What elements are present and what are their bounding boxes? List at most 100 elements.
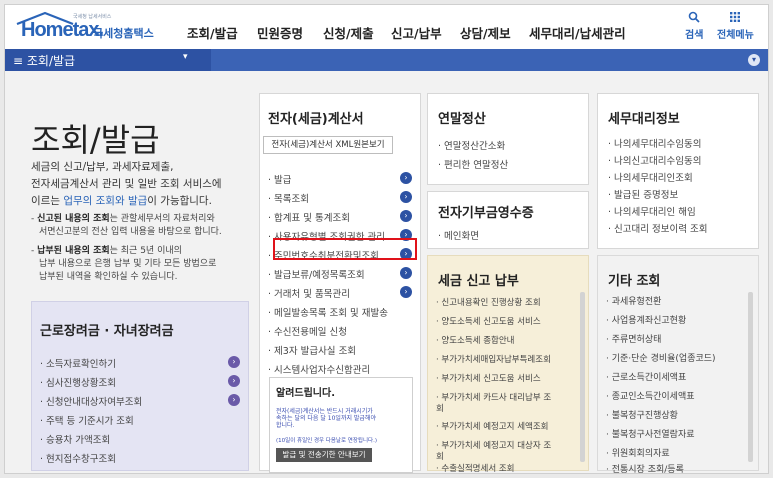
notice-text: 전자(세금)계산서는 반드시 거래시기가 속하는 달의 다음 달 10일까지 발… xyxy=(276,408,376,429)
ereceipt-title: 전자기부금영수증 xyxy=(438,206,534,221)
einvoice-third-party[interactable]: · 제3자 발급사실 조회 xyxy=(268,343,356,357)
highlight-box xyxy=(273,238,417,260)
nav-report-payment[interactable]: 신고/납부 xyxy=(391,23,442,42)
scrollbar[interactable] xyxy=(580,292,585,462)
all-menu-button[interactable]: 전체메뉴 xyxy=(717,11,754,41)
taxpay-item-1[interactable]: · 양도소득세 신고도움 서비스 xyxy=(436,315,541,327)
page-description: 세금의 신고/납부, 과세자료제출, 전자세금계산서 관리 및 일반 조회 서비… xyxy=(31,161,222,207)
einvoice-issue[interactable]: · 발급 xyxy=(268,172,292,186)
etc-item-0[interactable]: · 과세유형전환 xyxy=(606,294,661,307)
etc-item-5[interactable]: · 종교인소득간이세액표 xyxy=(606,389,695,402)
labor-item-local-window[interactable]: · 현지접수창구조회 xyxy=(40,451,116,465)
etc-card: 기타 조회 · 과세유형전환 · 사업용계좌신고현황 · 주류면허상태 · 기준… xyxy=(597,255,759,473)
labor-item-eligibility[interactable]: · 신청안내대상자여부조회 xyxy=(40,394,142,408)
collapse-circle-icon[interactable]: ▾ xyxy=(748,54,760,66)
taxpay-item-7b[interactable]: 회 xyxy=(436,450,444,462)
yearend-title: 연말정산 xyxy=(438,112,486,127)
arrow-right-icon[interactable]: › xyxy=(400,286,412,298)
agent-card: 세무대리정보 · 나의세무대리수임동의 · 나의신고대리수임동의 · 나의세무대… xyxy=(597,93,759,249)
arrow-right-icon[interactable]: › xyxy=(228,394,240,406)
notice-box: 알려드립니다. 전자(세금)계산서는 반드시 거래시기가 속하는 달의 다음 달… xyxy=(269,377,413,473)
notice-title: 알려드립니다. xyxy=(276,388,335,399)
logo-text: Hometax. xyxy=(21,19,104,41)
nav-application[interactable]: 신청/제출 xyxy=(323,23,374,42)
search-icon xyxy=(688,11,700,23)
taxpay-title: 세금 신고 납부 xyxy=(438,274,519,289)
agent-item-3[interactable]: · 발급된 증명정보 xyxy=(608,187,678,201)
deadline-guide-button[interactable]: 발급 및 전송기한 안내보기 xyxy=(276,448,372,462)
agent-item-0[interactable]: · 나의세무대리수임동의 xyxy=(608,136,701,150)
agent-item-1[interactable]: · 나의신고대리수임동의 xyxy=(608,153,701,167)
etc-item-9[interactable]: · 전통시장 조회/등록 xyxy=(606,462,684,473)
all-menu-label: 전체메뉴 xyxy=(717,30,754,41)
xml-view-button[interactable]: 전자(세금)계산서 XML원본보기 xyxy=(263,136,393,154)
grid-icon xyxy=(730,12,741,22)
etc-item-3[interactable]: · 기준·단순 경비율(업종코드) xyxy=(606,351,716,364)
labor-item-car-price[interactable]: · 승용차 가액조회 xyxy=(40,432,110,446)
taxpay-card: 세금 신고 납부 · 신고내용확인 진행상황 조회 · 양도소득세 신고도움 서… xyxy=(427,255,589,473)
taxpay-item-3[interactable]: · 부가가치세매입자납부특례조회 xyxy=(436,353,551,365)
taxpay-item-6[interactable]: · 부가가치세 예정고지 세액조회 xyxy=(436,420,548,432)
nav-inquiry[interactable]: 조회/발급 xyxy=(187,23,238,42)
agent-title: 세무대리정보 xyxy=(608,112,680,127)
note-paid: - 납부된 내용의 조회는 최근 5년 이내의 납부 내용으로 은행 납부 및 … xyxy=(31,246,217,282)
taxpay-item-5[interactable]: · 부가가치세 카드사 대리납부 조 xyxy=(436,391,551,403)
labor-item-house-price[interactable]: · 주택 등 기준시가 조회 xyxy=(40,413,134,427)
notice-subtext: (10일이 휴일인 경우 다음날로 연장됩니다.) xyxy=(276,438,377,444)
etc-item-8[interactable]: · 위원회회의자료 xyxy=(606,446,670,459)
einvoice-list[interactable]: · 목록조회 xyxy=(268,191,309,205)
labor-incentive-title: 근로장려금 · 자녀장려금 xyxy=(40,324,174,339)
arrow-right-icon[interactable]: › xyxy=(400,191,412,203)
agent-item-5[interactable]: · 신고대리 정보이력 조회 xyxy=(608,221,707,235)
etc-item-7[interactable]: · 불복청구사전열람자료 xyxy=(606,427,695,440)
scrollbar[interactable] xyxy=(748,292,753,462)
einvoice-summary[interactable]: · 합계표 및 통계조회 xyxy=(268,210,350,224)
yearend-card: 연말정산 · 연말정산간소화 · 편리한 연말정산 xyxy=(427,93,589,185)
labor-item-income-check[interactable]: · 소득자료확인하기 xyxy=(40,356,116,370)
einvoice-pending[interactable]: · 발급보류/예정목록조회 xyxy=(268,267,365,281)
einvoice-title: 전자(세금)계산서 xyxy=(268,112,364,127)
taxpay-item-8[interactable]: · 수출실적명세서 조회 xyxy=(436,462,515,473)
taxpay-item-4[interactable]: · 부가가치세 신고도움 서비스 xyxy=(436,372,541,384)
einvoice-system-inbox[interactable]: · 시스템사업자수신함관리 xyxy=(268,362,370,376)
nav-certificate[interactable]: 민원증명 xyxy=(257,23,303,42)
section-dropdown[interactable]: ≡ 조회/발급 ▾ xyxy=(5,49,211,71)
ereceipt-main[interactable]: · 메인화면 xyxy=(438,228,479,242)
hamburger-icon: ≡ xyxy=(13,54,24,68)
browser-frame: 국세청 납세서비스 Hometax. 국세청홈택스 조회/발급 민원증명 신청/… xyxy=(4,4,769,474)
ereceipt-card: 전자기부금영수증 · 메인화면 xyxy=(427,191,589,249)
nav-consult-report[interactable]: 상담/제보 xyxy=(460,23,511,42)
section-dropdown-label: ≡ 조회/발급 xyxy=(13,54,76,68)
section-bar: ≡ 조회/발급 ▾ ▾ xyxy=(5,49,768,71)
einvoice-mail-list[interactable]: · 메일발송목록 조회 및 재발송 xyxy=(268,305,388,319)
labor-item-review-status[interactable]: · 심사진행상황조회 xyxy=(40,375,116,389)
yearend-simplified[interactable]: · 연말정산간소화 xyxy=(438,138,505,152)
nav-tax-agent[interactable]: 세무대리/납세관리 xyxy=(529,23,626,42)
einvoice-receive-mail[interactable]: · 수신전용메일 신청 xyxy=(268,324,347,338)
inquiry-link[interactable]: 업무의 조회와 발급 xyxy=(63,195,147,207)
einvoice-partners[interactable]: · 거래처 및 품목관리 xyxy=(268,286,350,300)
taxpay-item-0[interactable]: · 신고내용확인 진행상황 조회 xyxy=(436,296,541,308)
yearend-convenient[interactable]: · 편리한 연말정산 xyxy=(438,157,508,171)
etc-item-4[interactable]: · 근로소득간이세액표 xyxy=(606,370,686,383)
etc-title: 기타 조회 xyxy=(608,274,661,289)
arrow-right-icon[interactable]: › xyxy=(400,210,412,222)
search-button[interactable]: 검색 xyxy=(685,11,703,41)
taxpay-item-7[interactable]: · 부가가치세 예정고지 대상자 조 xyxy=(436,439,551,451)
labor-incentive-card: 근로장려금 · 자녀장려금 · 소득자료확인하기 › · 심사진행상황조회 › … xyxy=(31,301,249,471)
taxpay-item-5b[interactable]: 회 xyxy=(436,402,444,414)
taxpay-item-2[interactable]: · 양도소득세 종합안내 xyxy=(436,334,515,346)
arrow-right-icon[interactable]: › xyxy=(228,375,240,387)
etc-item-2[interactable]: · 주류면허상태 xyxy=(606,332,661,345)
arrow-right-icon[interactable]: › xyxy=(400,267,412,279)
note-reported: - 신고된 내용의 조회는 관할세무서의 자료처리와 서면신고분의 전산 입력 … xyxy=(31,214,222,237)
main-content: 조회/발급 세금의 신고/납부, 과세자료제출, 전자세금계산서 관리 및 일반… xyxy=(5,71,768,473)
page-title: 조회/발급 xyxy=(31,121,160,159)
etc-item-1[interactable]: · 사업용계좌신고현황 xyxy=(606,313,686,326)
agent-item-2[interactable]: · 나의세무대리인조회 xyxy=(608,170,693,184)
arrow-right-icon[interactable]: › xyxy=(400,172,412,184)
arrow-right-icon[interactable]: › xyxy=(228,356,240,368)
logo-subtext: 국세청홈택스 xyxy=(93,27,154,40)
agent-item-4[interactable]: · 나의세무대리인 해임 xyxy=(608,204,696,218)
etc-item-6[interactable]: · 불복청구진행상황 xyxy=(606,408,678,421)
